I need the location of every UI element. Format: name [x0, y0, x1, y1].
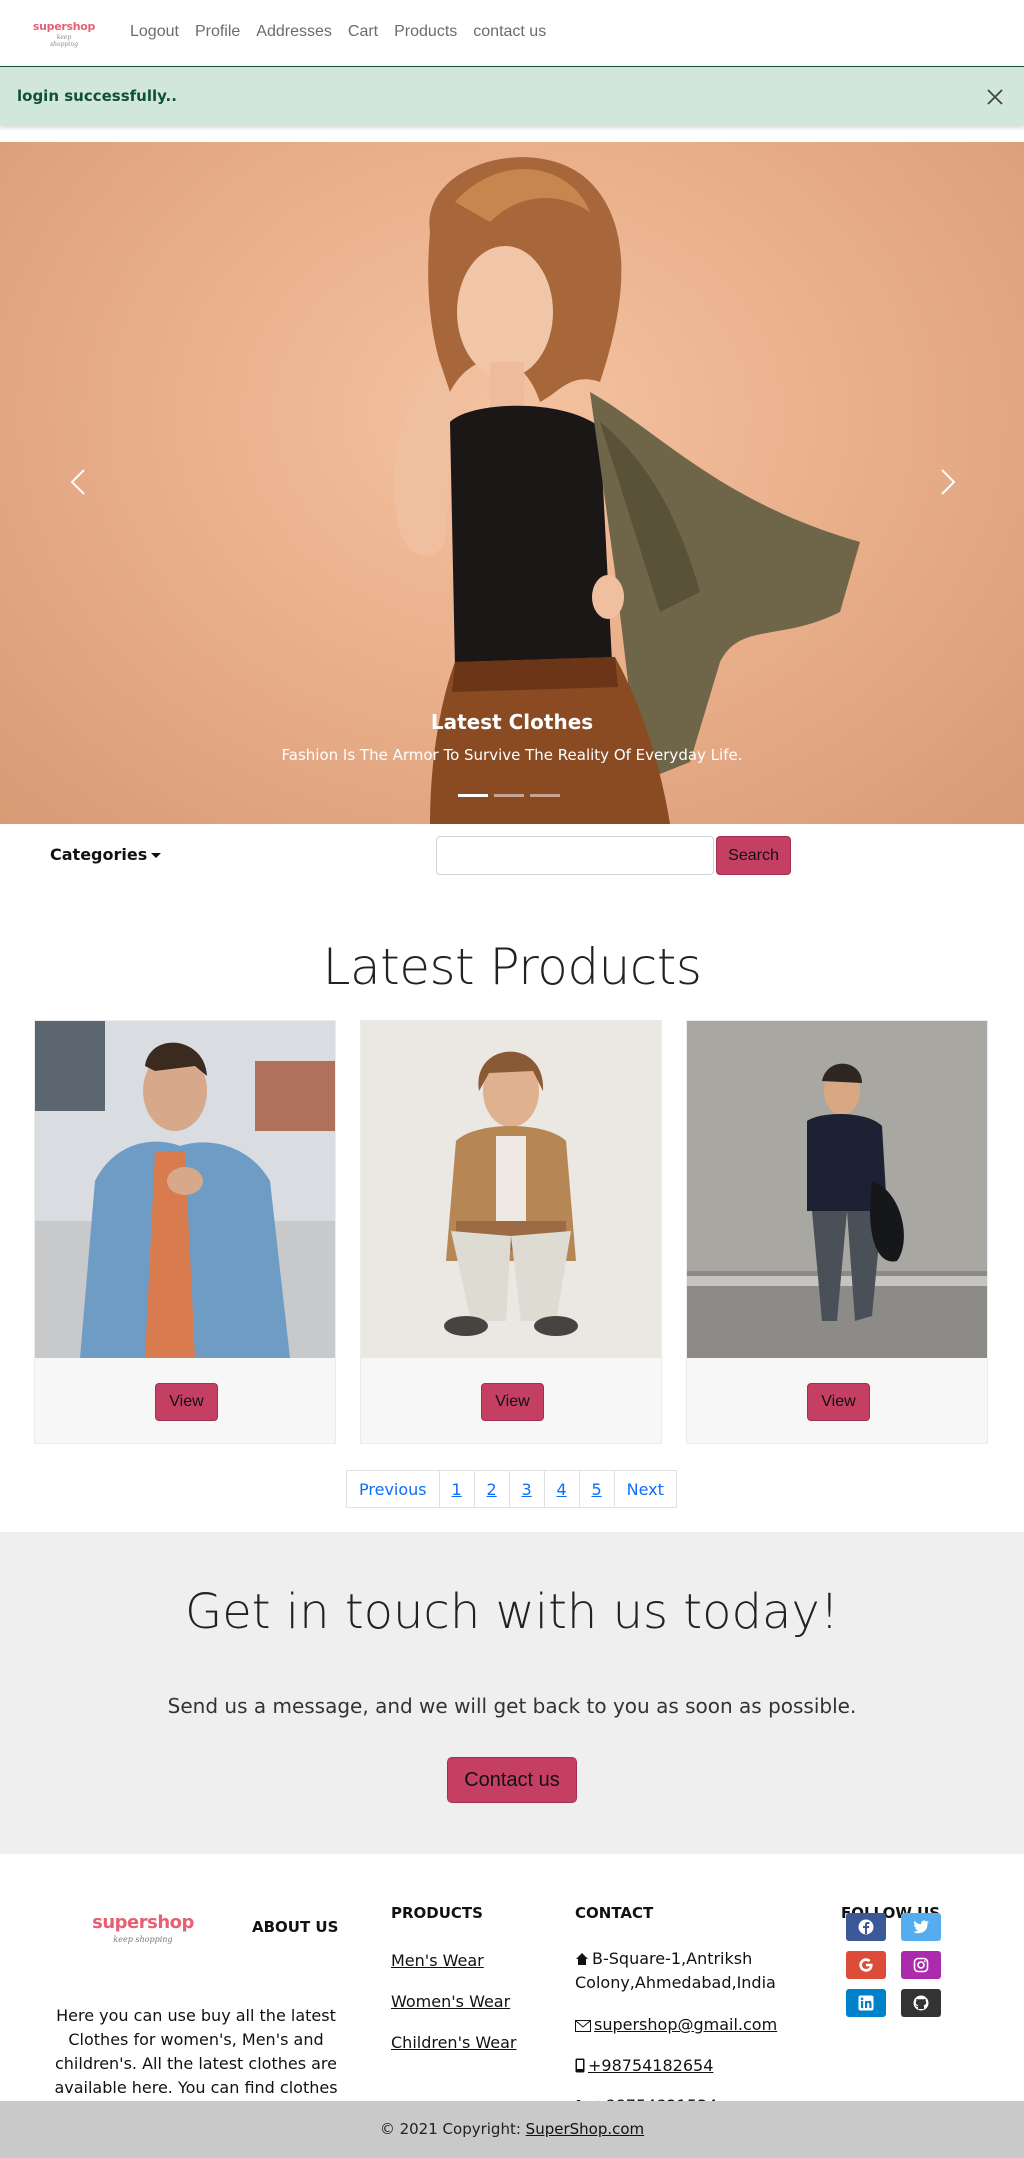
footer-mobile[interactable]: +98754182654: [575, 2054, 713, 2078]
footer-brand-name: supershop: [92, 1912, 194, 1933]
view-button[interactable]: View: [481, 1383, 544, 1421]
footer-email[interactable]: supershop@gmail.com: [575, 2013, 777, 2037]
nav-contact-us[interactable]: contact us: [473, 23, 546, 41]
footer-link-womens-wear[interactable]: Women's Wear: [391, 1992, 510, 2011]
carousel-title: Latest Clothes: [430, 710, 594, 734]
footer-address: B-Square-1,Antriksh Colony,Ahmedabad,Ind…: [575, 1947, 785, 1995]
carousel-prev-chevron-icon[interactable]: [58, 462, 98, 502]
carousel-caption: Latest Clothes Fashion Is The Armor To S…: [0, 710, 1024, 764]
search-input[interactable]: [436, 836, 714, 875]
copyright-text: © 2021 Copyright:: [379, 2120, 521, 2138]
instagram-icon: [913, 1957, 929, 1973]
nav-logout[interactable]: Logout: [130, 23, 179, 41]
contact-section: Get in touch with us today! Send us a me…: [0, 1532, 1024, 1854]
linkedin-button[interactable]: [846, 1989, 886, 2017]
success-alert: login successfully..: [0, 66, 1024, 126]
hero-carousel: Latest Clothes Fashion Is The Armor To S…: [0, 142, 1024, 824]
categories-dropdown[interactable]: Categories: [50, 845, 162, 864]
categories-label: Categories: [50, 845, 148, 864]
contact-us-button[interactable]: Contact us: [447, 1757, 577, 1803]
github-icon: [913, 1995, 929, 2011]
product-card: View: [686, 1020, 988, 1444]
contact-subtitle: Send us a message, and we will get back …: [167, 1694, 857, 1718]
carousel-indicators: [458, 794, 560, 797]
caret-down-icon: [151, 853, 162, 858]
google-button[interactable]: [846, 1951, 886, 1979]
footer-link-mens-wear[interactable]: Men's Wear: [391, 1951, 484, 1970]
brand-name: supershop: [32, 20, 96, 33]
nav-profile[interactable]: Profile: [195, 23, 240, 41]
address-text: B-Square-1,Antriksh Colony,Ahmedabad,Ind…: [575, 1949, 776, 1992]
product-card: View: [34, 1020, 336, 1444]
twitter-icon: [913, 1920, 929, 1934]
carousel-indicator[interactable]: [530, 794, 560, 797]
facebook-icon: [858, 1919, 874, 1935]
product-card: View: [360, 1020, 662, 1444]
footer-logo: supershop keep shopping: [88, 1912, 198, 1952]
contact-heading: CONTACT: [575, 1904, 654, 1922]
brand-tagline: keep shopping: [50, 34, 78, 48]
search-button[interactable]: Search: [716, 836, 791, 875]
pagination-page[interactable]: 5: [578, 1470, 615, 1508]
carousel-subtitle: Fashion Is The Armor To Survive The Real…: [281, 746, 743, 764]
pagination-next[interactable]: Next: [613, 1470, 677, 1508]
pagination-page[interactable]: 1: [438, 1470, 475, 1508]
close-icon[interactable]: [983, 85, 1007, 109]
products-heading: PRODUCTS: [391, 1904, 483, 1922]
instagram-button[interactable]: [901, 1951, 941, 1979]
email-text[interactable]: supershop@gmail.com: [594, 2015, 777, 2034]
nav-cart[interactable]: Cart: [348, 23, 378, 41]
footer-link-childrens-wear[interactable]: Children's Wear: [391, 2033, 517, 2052]
view-button[interactable]: View: [807, 1383, 870, 1421]
footer-brand-tagline: keep shopping: [113, 1935, 173, 1944]
mobile-text[interactable]: +98754182654: [588, 2056, 713, 2075]
product-image[interactable]: [361, 1021, 661, 1358]
nav-links: Logout Profile Addresses Cart Products c…: [130, 23, 562, 41]
github-button[interactable]: [901, 1989, 941, 2017]
product-image[interactable]: [35, 1021, 335, 1358]
google-icon: [859, 1958, 873, 1972]
pagination-page[interactable]: 3: [508, 1470, 545, 1508]
alert-message: login successfully..: [17, 87, 177, 105]
nav-addresses[interactable]: Addresses: [256, 23, 332, 41]
contact-title: Get in touch with us today!: [185, 1584, 839, 1640]
linkedin-icon: [858, 1995, 874, 2011]
mobile-phone-icon: [575, 2058, 585, 2073]
product-image[interactable]: [687, 1021, 987, 1358]
pagination-previous[interactable]: Previous: [346, 1470, 440, 1508]
carousel-indicator[interactable]: [458, 794, 488, 797]
latest-products-heading: Latest Products: [322, 938, 702, 996]
pagination-page[interactable]: 4: [543, 1470, 580, 1508]
copyright-link[interactable]: SuperShop.com: [526, 2120, 644, 2138]
brand-logo[interactable]: supershop keep shopping: [32, 20, 96, 48]
about-heading: ABOUT US: [252, 1918, 339, 1936]
envelope-icon: [575, 2020, 591, 2032]
twitter-button[interactable]: [901, 1913, 941, 1941]
pagination-page[interactable]: 2: [473, 1470, 510, 1508]
facebook-button[interactable]: [846, 1913, 886, 1941]
carousel-indicator[interactable]: [494, 794, 524, 797]
view-button[interactable]: View: [155, 1383, 218, 1421]
copyright-bar: © 2021 Copyright: SuperShop.com: [0, 2101, 1024, 2158]
pagination: Previous 1 2 3 4 5 Next: [346, 1470, 677, 1508]
home-icon: [576, 1953, 588, 1965]
carousel-next-chevron-icon[interactable]: [928, 462, 968, 502]
navbar: supershop keep shopping Logout Profile A…: [0, 0, 1024, 66]
nav-products[interactable]: Products: [394, 23, 457, 41]
